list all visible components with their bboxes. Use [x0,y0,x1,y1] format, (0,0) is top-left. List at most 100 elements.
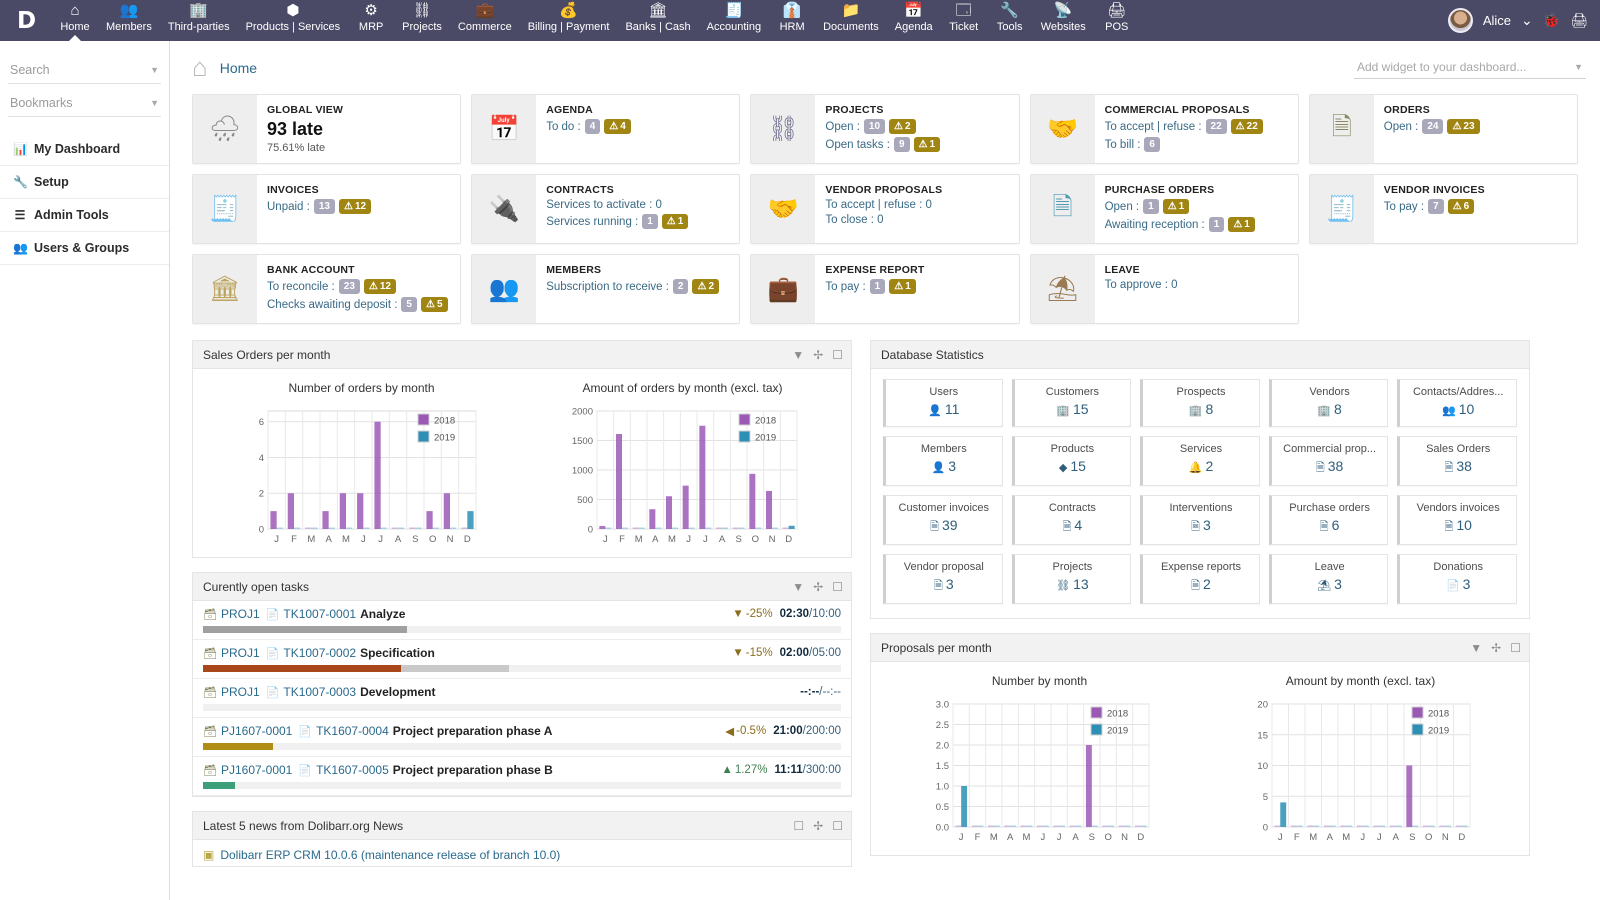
sidebar-item-setup[interactable]: 🔧 Setup [0,166,169,199]
search-input[interactable]: Search ▼ [8,59,161,84]
nav-item-home[interactable]: ⌂ Home [52,0,98,41]
task-row[interactable]: 🗃 PROJ1 📄 TK1007-0003 Development --:--/--:-- [193,679,851,718]
stat-donations[interactable]: Donations 📄 3 [1397,554,1517,604]
stat-contacts-addres[interactable]: Contacts/Addres... 👥 10 [1397,379,1517,427]
card-invoices[interactable]: 🧾 INVOICES Unpaid :13 ⚠ 12 [192,174,462,244]
task-project-ref[interactable]: PJ1607-0001 [221,763,292,777]
card-expense-report[interactable]: 💼 EXPENSE REPORT To pay :1 ⚠ 1 [750,254,1020,324]
card-projects[interactable]: ⛓ PROJECTS Open :10 ⚠ 2 Open tasks :9 ⚠ 1 [750,94,1020,164]
nav-item-documents[interactable]: 📁 Documents [815,0,887,41]
nav-item-agenda[interactable]: 📅 Agenda [887,0,941,41]
nav-item-websites[interactable]: 📡 Websites [1033,0,1094,41]
bug-icon[interactable]: 🐞 [1543,12,1560,29]
filter-icon[interactable]: ▼ [1470,641,1482,655]
task-row[interactable]: 🗃 PJ1607-0001 📄 TK1607-0005 Project preparat… [193,757,851,796]
task-ref[interactable]: TK1007-0003 [283,685,356,699]
help-icon[interactable]: ☐ [793,819,804,833]
move-icon[interactable]: ✢ [813,580,823,594]
task-name[interactable]: Project preparation phase A [393,724,553,738]
nav-item-accounting[interactable]: 🧾 Accounting [699,0,769,41]
move-icon[interactable]: ✢ [1491,641,1501,655]
print-icon[interactable]: 🖨 [1570,12,1588,29]
avatar[interactable] [1447,8,1473,33]
stat-vendors-invoices[interactable]: Vendors invoices 🗎 10 [1397,495,1517,545]
chevron-down-icon[interactable]: ▼ [150,98,159,108]
nav-item-ticket[interactable]: 🗔 Ticket [941,0,987,41]
nav-item-members[interactable]: 👥 Members [98,0,160,41]
stat-expense-reports[interactable]: Expense reports 🗎 2 [1140,554,1260,604]
task-ref[interactable]: TK1607-0004 [316,724,389,738]
filter-icon[interactable]: ▼ [792,580,804,594]
sidebar-item-admin-tools[interactable]: ☰ Admin Tools [0,199,169,232]
stat-vendor-proposal[interactable]: Vendor proposal 🗎 3 [883,554,1003,604]
stat-customer-invoices[interactable]: Customer invoices 🗎 39 [883,495,1003,545]
task-ref[interactable]: TK1007-0001 [283,607,356,621]
stat-customers[interactable]: Customers 🏢 15 [1011,379,1132,427]
card-agenda[interactable]: 📅 AGENDA To do :4 ⚠ 4 [471,94,741,164]
stat-prospects[interactable]: Prospects 🏢 8 [1140,379,1260,427]
bookmarks-input[interactable]: Bookmarks ▼ [8,92,161,117]
stat-projects[interactable]: Projects ⛓ 13 [1011,554,1132,604]
stat-members[interactable]: Members 👤 3 [883,436,1003,486]
add-widget-select[interactable]: Add widget to your dashboard... ▼ [1354,57,1586,79]
task-row[interactable]: 🗃 PJ1607-0001 📄 TK1607-0004 Project preparat… [193,718,851,757]
task-project-ref[interactable]: PJ1607-0001 [221,724,292,738]
task-name[interactable]: Project preparation phase B [393,763,553,777]
stat-services[interactable]: Services 🔔 2 [1140,436,1260,486]
stat-users[interactable]: Users 👤 11 [883,379,1003,427]
card-global-view[interactable]: 🌧 GLOBAL VIEW 93 late 75.61% late [192,94,462,164]
nav-item-pos[interactable]: 🖨 POS [1094,0,1140,41]
news-title[interactable]: Dolibarr ERP CRM 10.0.6 (maintenance rel… [220,848,560,862]
nav-item-tools[interactable]: 🔧 Tools [987,0,1033,41]
move-icon[interactable]: ✢ [813,819,823,833]
nav-item-hrm[interactable]: 👔 HRM [769,0,815,41]
stat-purchase-orders[interactable]: Purchase orders 🗎 6 [1268,495,1389,545]
chevron-down-icon[interactable]: ⌄ [1521,12,1533,29]
card-bank-account[interactable]: 🏛 BANK ACCOUNT To reconcile :23 ⚠ 12 Checks a… [192,254,462,324]
task-name[interactable]: Specification [360,646,435,660]
card-vendor-proposals[interactable]: 🤝 VENDOR PROPOSALS To accept | refuse : 0 T… [750,174,1020,244]
nav-item-banks-cash[interactable]: 🏛 Banks | Cash [617,0,698,41]
nav-item-products-services[interactable]: ⬢ Products | Services [238,0,349,41]
stat-interventions[interactable]: Interventions 🗎 3 [1140,495,1260,545]
task-name[interactable]: Analyze [360,607,405,621]
card-members[interactable]: 👥 MEMBERS Subscription to receive :2 ⚠ 2 [471,254,741,324]
chevron-down-icon[interactable]: ▼ [150,65,159,75]
move-icon[interactable]: ✢ [813,348,823,362]
app-logo[interactable]: D [0,0,52,41]
task-ref[interactable]: TK1607-0005 [316,763,389,777]
card-contracts[interactable]: 🔌 CONTRACTS Services to activate : 0 Servic… [471,174,741,244]
user-menu-label[interactable]: Alice [1483,13,1511,28]
sidebar-item-my-dashboard[interactable]: 📊 My Dashboard [0,133,169,166]
chevron-down-icon[interactable]: ▼ [1574,62,1583,72]
nav-item-mrp[interactable]: ⚙ MRP [348,0,394,41]
stat-contracts[interactable]: Contracts 🗎 4 [1011,495,1132,545]
stat-leave[interactable]: Leave ⛱ 3 [1268,554,1389,604]
sidebar-item-users-groups[interactable]: 👥 Users & Groups [0,232,169,265]
card-vendor-invoices[interactable]: 🧾 VENDOR INVOICES To pay :7 ⚠ 6 [1308,174,1578,244]
close-icon[interactable]: ☐ [832,580,843,594]
nav-item-commerce[interactable]: 💼 Commerce [450,0,520,41]
stat-products[interactable]: Products ◆ 15 [1011,436,1132,486]
nav-item-billing-payment[interactable]: 💰 Billing | Payment [520,0,618,41]
card-leave[interactable]: ⛱ LEAVE To approve : 0 [1029,254,1299,324]
task-row[interactable]: 🗃 PROJ1 📄 TK1007-0001 Analyze ▼ -25% 02:30/10:0… [193,601,851,640]
task-ref[interactable]: TK1007-0002 [283,646,356,660]
stat-sales-orders[interactable]: Sales Orders 🗎 38 [1397,436,1517,486]
task-row[interactable]: 🗃 PROJ1 📄 TK1007-0002 Specification ▼ -15% 02:0… [193,640,851,679]
news-item[interactable]: ▣ Dolibarr ERP CRM 10.0.6 (maintenance re… [193,840,851,866]
nav-item-third-parties[interactable]: 🏢 Third-parties [160,0,238,41]
task-project-ref[interactable]: PROJ1 [221,685,260,699]
filter-icon[interactable]: ▼ [792,348,804,362]
task-project-ref[interactable]: PROJ1 [221,646,260,660]
card-orders[interactable]: 🗎 ORDERS Open :24 ⚠ 23 [1308,94,1578,164]
stat-commercial-prop[interactable]: Commercial prop... 🗎 38 [1268,436,1389,486]
task-name[interactable]: Development [360,685,435,699]
close-icon[interactable]: ☐ [832,348,843,362]
close-icon[interactable]: ☐ [1510,641,1521,655]
nav-item-projects[interactable]: ⛓ Projects [394,0,450,41]
card-purchase-orders[interactable]: 🗎 PURCHASE ORDERS Open :1 ⚠ 1 Awaiting recept… [1029,174,1299,244]
stat-vendors[interactable]: Vendors 🏢 8 [1268,379,1389,427]
card-commercial-proposals[interactable]: 🤝 COMMERCIAL PROPOSALS To accept | refuse … [1029,94,1299,164]
task-project-ref[interactable]: PROJ1 [221,607,260,621]
